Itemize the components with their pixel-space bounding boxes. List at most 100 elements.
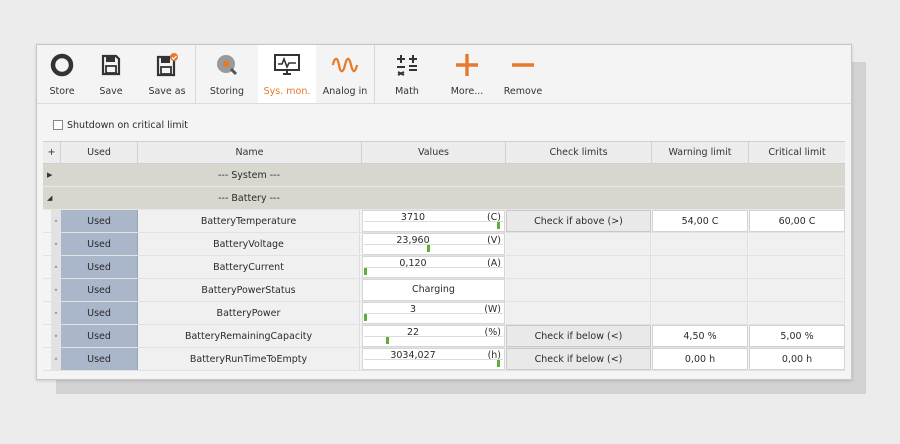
value-cell: 3 (W) (362, 302, 505, 324)
check-limits-cell[interactable] (506, 256, 651, 278)
analogin-button[interactable]: Analog in (316, 45, 374, 103)
collapse-triangle-icon[interactable]: ◢ (47, 187, 52, 209)
sensor-table: + Used Name Values Check limits Warning … (43, 141, 845, 371)
header-warning-limit[interactable]: Warning limit (652, 142, 749, 163)
remove-label: Remove (503, 86, 543, 97)
expand-triangle-icon[interactable]: ▶ (47, 164, 52, 186)
table-row[interactable]: • Used BatteryPower 3 (W) (43, 302, 845, 325)
toolbar-group: Storing Sys. mon. Analog in (196, 45, 375, 103)
table-row[interactable]: • Used BatteryCurrent 0,120 (A) (43, 256, 845, 279)
header-name[interactable]: Name (138, 142, 362, 163)
warning-limit-cell[interactable]: 0,00 h (652, 348, 748, 370)
sensor-name: BatteryTemperature (138, 210, 360, 232)
value-level-marker (364, 314, 367, 321)
toolbar: Store Save Save as Storing Sys. mon. Analog i… (37, 45, 851, 104)
shutdown-checkbox-label: Shutdown on critical limit (67, 119, 189, 131)
saveas-button[interactable]: Save as (139, 45, 195, 103)
critical-limit-cell[interactable] (749, 256, 845, 278)
group-label: --- Battery --- (218, 192, 280, 204)
row-handle[interactable]: • (51, 302, 61, 324)
header-used[interactable]: Used (61, 142, 138, 163)
used-cell[interactable]: Used (61, 279, 138, 301)
row-handle[interactable]: • (51, 256, 61, 278)
used-cell[interactable]: Used (61, 233, 138, 255)
row-handle[interactable]: • (51, 348, 61, 370)
critical-limit-cell[interactable]: 60,00 C (749, 210, 845, 232)
checkbox-box[interactable] (53, 120, 63, 130)
warning-limit-cell[interactable] (652, 256, 748, 278)
value-cell: 23,960 (V) (362, 233, 505, 255)
math-button[interactable]: Math (375, 45, 439, 103)
toolbar-group: Store Save Save as (37, 45, 196, 103)
check-limits-cell[interactable] (506, 302, 651, 324)
storing-label: Storing (209, 86, 245, 97)
group-row[interactable]: ▶ --- System --- (43, 164, 845, 187)
store-button[interactable]: Store (41, 45, 83, 103)
store-label: Store (49, 86, 75, 97)
value-level-bar (364, 267, 503, 275)
storing-button[interactable]: Storing (196, 45, 258, 103)
minus-icon (509, 51, 537, 79)
value-level-bar (364, 336, 503, 344)
warning-limit-cell[interactable]: 54,00 C (652, 210, 748, 232)
value-level-marker (364, 268, 367, 275)
sysmon-button[interactable]: Sys. mon. (258, 45, 316, 103)
critical-limit-cell[interactable]: 0,00 h (749, 348, 845, 370)
header-check-limits[interactable]: Check limits (506, 142, 652, 163)
row-handle[interactable]: • (51, 210, 61, 232)
group-row[interactable]: ◢ --- Battery --- (43, 187, 845, 210)
value-level-marker (497, 222, 501, 229)
sysmon-label: Sys. mon. (263, 86, 311, 97)
sensor-name: BatteryPower (138, 302, 360, 324)
expand-all-button[interactable]: + (43, 142, 61, 163)
critical-limit-cell[interactable] (749, 233, 845, 255)
used-cell[interactable]: Used (61, 348, 138, 370)
row-handle[interactable]: • (51, 233, 61, 255)
table-row[interactable]: • Used BatteryRemainingCapacity 22 (%) Check … (43, 325, 845, 348)
check-limits-cell[interactable]: Check if below (<) (506, 325, 651, 347)
value-cell: 0,120 (A) (362, 256, 505, 278)
table-row[interactable]: • Used BatteryTemperature 3710 (C) Check if a… (43, 210, 845, 233)
used-cell[interactable]: Used (61, 302, 138, 324)
save-button[interactable]: Save (83, 45, 139, 103)
warning-limit-cell[interactable] (652, 302, 748, 324)
check-limits-cell[interactable]: Check if above (>) (506, 210, 651, 232)
remove-button[interactable]: Remove (495, 45, 551, 103)
storing-disc-icon (213, 51, 241, 79)
check-limits-cell[interactable]: Check if below (<) (506, 348, 651, 370)
floppy-disk-icon (97, 51, 125, 79)
warning-limit-cell[interactable]: 4,50 % (652, 325, 748, 347)
value-level-bar (364, 244, 503, 252)
used-cell[interactable]: Used (61, 256, 138, 278)
math-operators-icon (393, 51, 421, 79)
used-cell[interactable]: Used (61, 210, 138, 232)
row-handle[interactable]: • (51, 279, 61, 301)
critical-limit-cell[interactable] (749, 302, 845, 324)
saveas-label: Save as (148, 86, 186, 97)
sensor-name: BatteryRunTimeToEmpty (138, 348, 360, 370)
table-body: ▶ --- System --- ◢ --- Battery --- • Used Batt… (43, 164, 845, 371)
sine-wave-icon (331, 51, 359, 79)
table-header: + Used Name Values Check limits Warning … (43, 141, 845, 164)
warning-limit-cell[interactable] (652, 279, 748, 301)
table-row[interactable]: • Used BatteryRunTimeToEmpty 3034,027 (h) Che… (43, 348, 845, 371)
header-values[interactable]: Values (362, 142, 506, 163)
check-limits-cell[interactable] (506, 279, 651, 301)
floppy-disk-edit-icon (153, 51, 181, 79)
critical-limit-cell[interactable] (749, 279, 845, 301)
sensor-name: BatteryRemainingCapacity (138, 325, 360, 347)
used-cell[interactable]: Used (61, 325, 138, 347)
table-row[interactable]: • Used BatteryPowerStatus Charging (43, 279, 845, 302)
row-handle[interactable]: • (51, 325, 61, 347)
shutdown-on-critical-checkbox[interactable]: Shutdown on critical limit (53, 118, 188, 132)
critical-limit-cell[interactable]: 5,00 % (749, 325, 845, 347)
value-level-marker (426, 245, 430, 252)
more-button[interactable]: More... (439, 45, 495, 103)
sensor-name: BatteryPowerStatus (138, 279, 360, 301)
header-critical-limit[interactable]: Critical limit (749, 142, 845, 163)
value-level-bar (364, 221, 503, 229)
warning-limit-cell[interactable] (652, 233, 748, 255)
check-limits-cell[interactable] (506, 233, 651, 255)
table-row[interactable]: • Used BatteryVoltage 23,960 (V) (43, 233, 845, 256)
value-text: Charging (412, 284, 455, 295)
